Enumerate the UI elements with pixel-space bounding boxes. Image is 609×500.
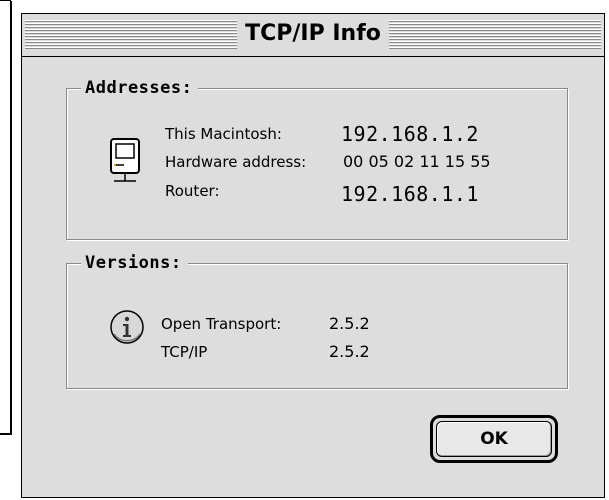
router-value: 192.168.1.1 bbox=[341, 182, 479, 206]
hardware-address-value: 00 05 02 11 15 55 bbox=[343, 152, 491, 171]
this-macintosh-label: This Macintosh: bbox=[165, 125, 282, 143]
addresses-group: Addresses: This Macintosh: 192.168.1.2 H… bbox=[66, 77, 568, 240]
this-macintosh-value: 192.168.1.2 bbox=[341, 122, 479, 146]
window-title: TCP/IP Info bbox=[237, 17, 389, 51]
ok-button[interactable]: OK bbox=[436, 421, 552, 457]
versions-group: Versions: Open Transport: 2.5.2 TCP/IP 2… bbox=[66, 252, 568, 389]
router-label: Router: bbox=[165, 182, 220, 200]
default-button-ring: OK bbox=[430, 415, 558, 463]
addresses-group-label: Addresses: bbox=[81, 77, 199, 99]
tcpip-version-label: TCP/IP bbox=[161, 343, 208, 361]
info-icon bbox=[110, 310, 144, 344]
open-transport-value: 2.5.2 bbox=[329, 314, 370, 333]
background-window-edge bbox=[0, 0, 11, 434]
hardware-address-label: Hardware address: bbox=[165, 153, 307, 171]
open-transport-label: Open Transport: bbox=[161, 315, 282, 333]
macintosh-computer-icon bbox=[110, 138, 140, 182]
tcpip-info-dialog: TCP/IP Info Addresses: This Macintosh: 1… bbox=[21, 13, 605, 498]
title-bar[interactable]: TCP/IP Info bbox=[22, 14, 604, 57]
tcpip-version-value: 2.5.2 bbox=[329, 342, 370, 361]
versions-group-label: Versions: bbox=[81, 252, 188, 274]
